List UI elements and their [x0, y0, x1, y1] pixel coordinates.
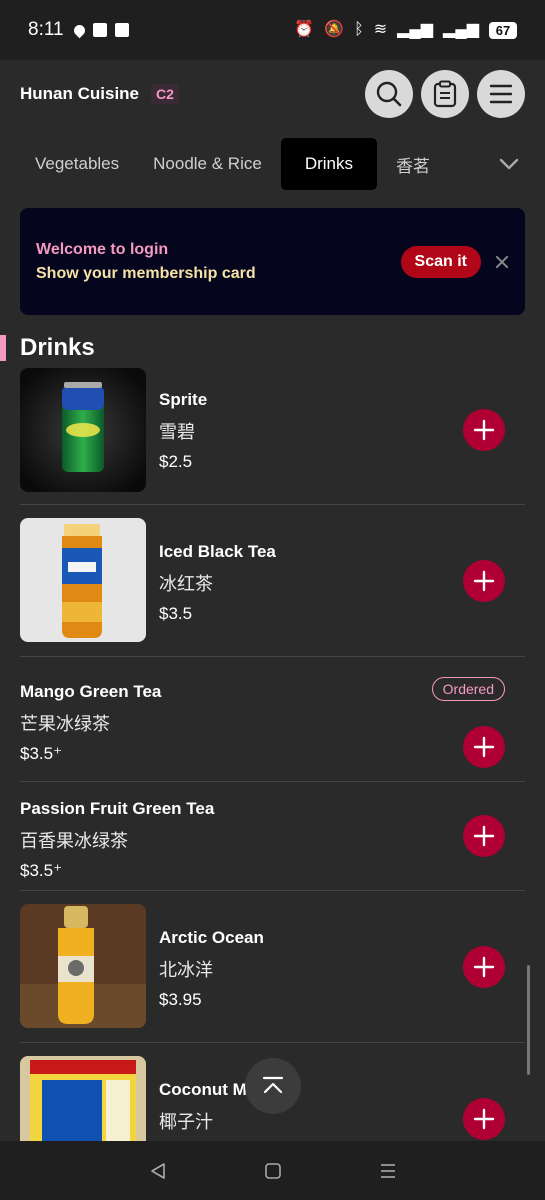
signal-icon: ▂▄▆	[397, 21, 434, 38]
add-button[interactable]	[463, 1098, 505, 1140]
back-icon[interactable]	[149, 1162, 167, 1180]
item-price: $3.5⁺	[20, 744, 63, 763]
item-price: $3.5	[159, 604, 193, 623]
membership-banner: Welcome to login Show your membership ca…	[20, 208, 525, 315]
menu-icon	[489, 84, 513, 104]
add-button[interactable]	[463, 560, 505, 602]
status-time: 8:11	[28, 19, 64, 40]
system-nav-bar	[0, 1141, 545, 1200]
status-bar: 8:11 ⏰ 🔕 ᛒ ≋ ▂▄▆ ▂▄▆ 67	[0, 0, 545, 60]
signal-icon-2: ▂▄▆	[443, 21, 479, 38]
home-icon[interactable]	[264, 1162, 282, 1180]
item-image-iced-black-tea	[20, 518, 146, 642]
battery-indicator: 67	[489, 21, 517, 39]
banner-membership-text: Show your membership card	[36, 264, 256, 282]
tab-vegetables[interactable]: Vegetables	[20, 138, 134, 190]
plus-icon	[473, 825, 495, 847]
add-button[interactable]	[463, 409, 505, 451]
item-image-arctic-ocean	[20, 904, 146, 1028]
item-image-sprite	[20, 368, 146, 492]
alarm-icon: ⏰	[294, 21, 315, 38]
item-name-cn: 芒果冰绿茶	[20, 714, 110, 734]
tab-drinks[interactable]: Drinks	[280, 138, 377, 190]
clipboard-icon	[433, 80, 457, 108]
scrollbar[interactable]	[527, 965, 530, 1075]
mail-icon	[92, 23, 107, 37]
plus-icon	[473, 419, 495, 441]
plus-icon	[473, 570, 495, 592]
tabs-expand-button[interactable]	[483, 138, 535, 190]
item-price: $3.95	[159, 990, 202, 1009]
search-icon	[376, 81, 402, 107]
tab-tea[interactable]: 香茗	[381, 138, 445, 190]
item-price: $3.5⁺	[20, 861, 63, 880]
add-button[interactable]	[463, 946, 505, 988]
add-button[interactable]	[463, 815, 505, 857]
item-name: Sprite	[159, 390, 208, 409]
list-item[interactable]: Mango Green Tea 芒果冰绿茶 $3.5⁺ Ordered	[20, 657, 525, 782]
bluetooth-icon: ᛒ	[354, 21, 364, 38]
item-name: Arctic Ocean	[159, 928, 264, 947]
item-name: Mango Green Tea	[20, 682, 162, 701]
plus-icon	[473, 956, 495, 978]
item-name: Coconut M	[159, 1080, 247, 1099]
wifi-icon: ≋	[373, 21, 388, 38]
close-icon[interactable]	[495, 255, 509, 269]
item-name-cn: 百香果冰绿茶	[20, 831, 128, 851]
ordered-badge: Ordered	[431, 677, 505, 701]
scan-button[interactable]: Scan it	[400, 245, 481, 278]
store-name: Hunan Cuisine	[20, 84, 140, 103]
item-name-cn: 椰子汁	[159, 1112, 213, 1132]
list-item[interactable]: Sprite 雪碧 $2.5	[20, 368, 525, 505]
item-name-cn: 冰红茶	[159, 574, 213, 594]
category-tabs: Vegetables Noodle & Rice Drinks 香茗	[0, 133, 545, 195]
item-price: $2.5	[159, 452, 193, 471]
back-to-top-button[interactable]	[245, 1058, 301, 1114]
app-header: Hunan Cuisine C2	[0, 60, 545, 128]
order-list-button[interactable]	[421, 70, 469, 118]
list-item[interactable]: Iced Black Tea 冰红茶 $3.5	[20, 505, 525, 657]
menu-button[interactable]	[477, 70, 525, 118]
plus-icon	[473, 1108, 495, 1130]
item-name-cn: 雪碧	[159, 422, 195, 442]
item-name-cn: 北冰洋	[159, 960, 213, 980]
chevron-down-icon	[499, 158, 519, 170]
item-image-coconut	[20, 1056, 146, 1141]
mute-icon: 🔕	[324, 21, 345, 38]
plus-icon	[473, 736, 495, 758]
table-badge: C2	[151, 84, 179, 104]
item-name: Iced Black Tea	[159, 542, 276, 561]
tab-noodle-rice[interactable]: Noodle & Rice	[138, 138, 277, 190]
arrow-up-icon	[262, 1076, 284, 1094]
list-item[interactable]: Arctic Ocean 北冰洋 $3.95	[20, 891, 525, 1043]
recents-icon[interactable]	[379, 1162, 397, 1180]
list-item[interactable]: Passion Fruit Green Tea 百香果冰绿茶 $3.5⁺	[20, 782, 525, 891]
section-title: Drinks	[20, 334, 95, 361]
item-name: Passion Fruit Green Tea	[20, 799, 215, 818]
add-button[interactable]	[463, 726, 505, 768]
search-button[interactable]	[365, 70, 413, 118]
location-icon	[71, 22, 87, 38]
banner-welcome-text: Welcome to login	[36, 240, 169, 258]
notification-icon	[114, 23, 129, 37]
section-marker	[0, 335, 6, 361]
